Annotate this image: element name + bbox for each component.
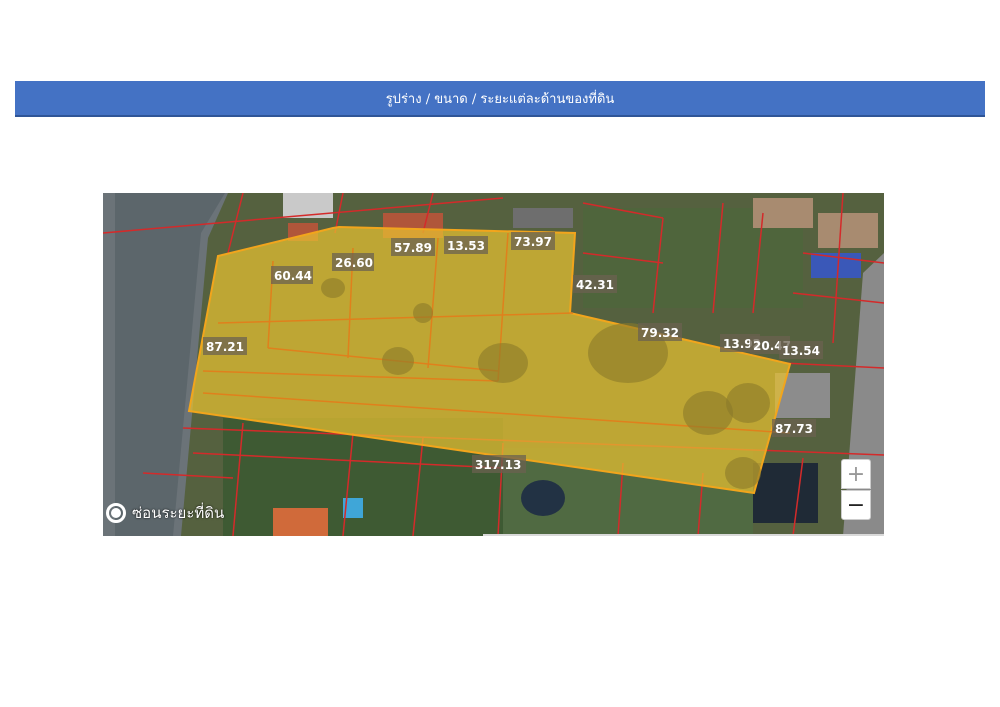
- dimension-label: 26.60: [335, 256, 373, 270]
- pond: [753, 463, 818, 523]
- dimension-label: 60.44: [274, 269, 312, 283]
- building-roof: [273, 508, 328, 536]
- building-roof: [818, 213, 878, 248]
- header-bar: รูปร่าง / ขนาด / ระยะแต่ละด้านของที่ดิน: [15, 81, 985, 117]
- radio-icon: [106, 503, 126, 523]
- zoom-out-button[interactable]: −: [841, 490, 871, 520]
- dimension-label: 79.32: [641, 326, 679, 340]
- dimension-label: 87.73: [775, 422, 813, 436]
- dimension-label: 317.13: [475, 458, 521, 472]
- dimension-label: 87.21: [206, 340, 244, 354]
- dimension-label: 57.89: [394, 241, 432, 255]
- dimension-label: 73.97: [514, 235, 552, 249]
- page-title: รูปร่าง / ขนาด / ระยะแต่ละด้านของที่ดิน: [385, 91, 615, 107]
- building-roof: [513, 208, 573, 228]
- map-view[interactable]: 60.44 26.60 57.89 13.53 73.97 42.31 87.2…: [103, 193, 884, 536]
- toggle-label: ซ่อนระยะที่ดิน: [132, 504, 225, 522]
- dimension-label: 13.53: [447, 239, 485, 253]
- satellite-map: 60.44 26.60 57.89 13.53 73.97 42.31 87.2…: [103, 193, 884, 536]
- zoom-in-button[interactable]: +: [841, 459, 871, 489]
- pond: [521, 480, 565, 516]
- hide-dimensions-toggle[interactable]: ซ่อนระยะที่ดิน: [106, 501, 224, 525]
- dimension-label: 13.54: [782, 344, 820, 358]
- dimension-label: 42.31: [576, 278, 614, 292]
